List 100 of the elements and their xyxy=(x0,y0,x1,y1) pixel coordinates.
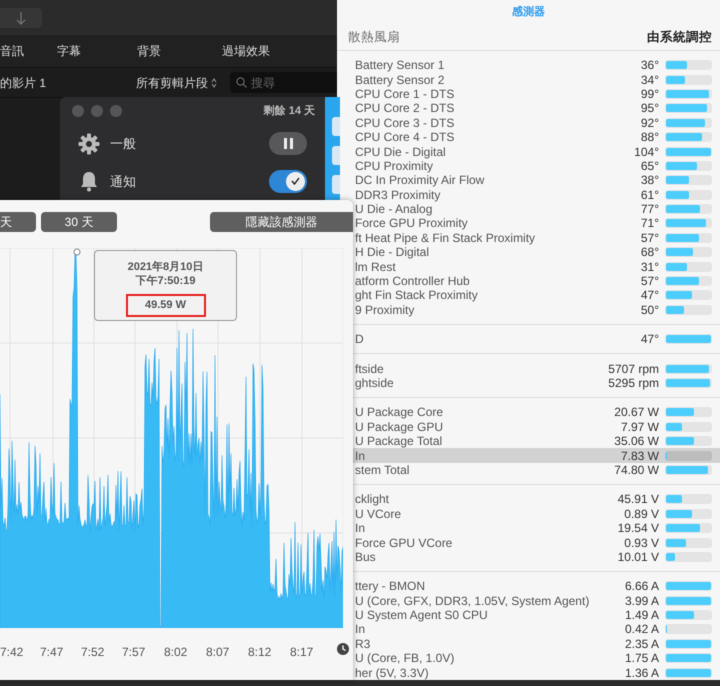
sensor-row[interactable]: ghtside 5295 rpm xyxy=(353,376,720,390)
time-axis-label: 8:02 xyxy=(164,644,188,661)
media-tab[interactable]: 音訊 xyxy=(0,42,57,60)
sensor-value: 57° xyxy=(640,230,659,245)
sensor-name: Force GPU Proximity xyxy=(354,216,469,230)
window-control[interactable] xyxy=(72,105,84,118)
sensor-row[interactable]: ght Fin Stack Proximity 47° xyxy=(353,288,720,303)
check-icon xyxy=(291,177,300,186)
sensor-row[interactable]: U VCore 0.89 V xyxy=(353,506,720,521)
media-tab[interactable]: 字幕 xyxy=(57,42,137,60)
sensor-name: U Die - Analog xyxy=(354,202,434,216)
sensor-name: U Package GPU xyxy=(354,420,444,434)
sensor-row[interactable]: Bus 10.01 V xyxy=(353,550,720,564)
sensor-row[interactable]: Force GPU Proximity 71° xyxy=(353,216,720,231)
sensor-row[interactable]: ftside 5707 rpm xyxy=(353,361,720,376)
sensor-name: ftside xyxy=(354,362,385,376)
sensor-row[interactable]: DDR3 Proximity 61° xyxy=(353,188,720,202)
bell-icon xyxy=(78,170,100,192)
sensor-name: D xyxy=(354,332,365,346)
sensor-row[interactable]: D 47° xyxy=(353,332,720,346)
sensor-value: 7.97 W xyxy=(620,420,659,434)
sensor-row[interactable]: CPU Core 3 - DTS 92° xyxy=(353,116,720,130)
sensor-row[interactable]: U Package Core 20.67 W xyxy=(353,405,720,420)
sensor-row[interactable]: U (Core, FB, 1.0V) 1.75 A xyxy=(353,651,720,666)
search-input[interactable]: 搜尋 xyxy=(251,74,331,92)
sensor-row[interactable]: U Package GPU 7.97 W xyxy=(353,420,720,434)
media-tab[interactable]: 背景 xyxy=(137,42,222,60)
sensor-row[interactable]: Battery Sensor 1 36° xyxy=(353,58,720,72)
sensor-name: CPU Proximity xyxy=(354,158,434,173)
fan-mode[interactable]: 由系統調控 xyxy=(647,28,712,46)
sensor-row[interactable]: 9 Proximity 50° xyxy=(353,302,720,318)
sensor-row[interactable]: Force GPU VCore 0.93 V xyxy=(353,535,720,550)
project-name: 的影片 1 xyxy=(0,74,48,92)
range-button[interactable]: 30 天 xyxy=(41,212,117,232)
download-button[interactable] xyxy=(0,8,42,28)
sensor-value: 47° xyxy=(640,332,659,346)
tooltip-value: 49.59 W xyxy=(126,294,206,317)
window-control[interactable] xyxy=(91,105,103,118)
sensor-value: 99° xyxy=(640,86,659,101)
sensor-name: CPU Core 4 - DTS xyxy=(354,130,456,144)
sensor-name: U VCore xyxy=(354,506,402,521)
sensor-row[interactable]: lm Rest 31° xyxy=(353,259,720,274)
sensor-row[interactable]: U System Agent S0 CPU 1.49 A xyxy=(353,608,720,622)
search-icon xyxy=(236,77,247,88)
sensor-row[interactable]: U (Core, GFX, DDR3, 1.05V, System Agent) 3.99 A xyxy=(353,594,720,608)
sensor-row[interactable]: DC In Proximity Air Flow 38° xyxy=(353,173,720,188)
sensor-row[interactable]: U Package Total 35.06 W xyxy=(353,434,720,448)
sensor-value: 6.66 A xyxy=(624,579,659,594)
sensor-value: 5707 rpm xyxy=(608,362,659,376)
sensor-value: 104° xyxy=(634,144,659,159)
sensor-value: 45.91 V xyxy=(618,492,659,506)
pause-button[interactable] xyxy=(269,132,307,156)
sensor-name: her (5V, 3.3V) xyxy=(354,666,430,680)
time-axis-label: 7:57 xyxy=(122,644,146,661)
sensor-row[interactable]: U Die - Analog 77° xyxy=(353,202,720,216)
sensor-value: 0.42 A xyxy=(624,622,659,636)
setting-label: 通知 xyxy=(110,172,136,191)
search-field[interactable]: 搜尋 xyxy=(230,72,337,93)
sensor-name: U (Core, GFX, DDR3, 1.05V, System Agent) xyxy=(354,594,590,608)
sensor-name: CPU Core 3 - DTS xyxy=(354,116,456,130)
sensor-row[interactable]: CPU Core 1 - DTS 99° xyxy=(353,86,720,102)
fan-label: 散熱風扇 xyxy=(348,28,400,46)
sensor-name: ttery - BMON xyxy=(354,579,426,594)
sensor-value: 38° xyxy=(640,173,659,188)
sensor-name: 9 Proximity xyxy=(354,302,416,317)
sensor-row[interactable]: In 7.83 W xyxy=(353,448,720,463)
sensor-row[interactable]: atform Controller Hub 57° xyxy=(353,274,720,288)
sensor-value: 65° xyxy=(640,158,659,173)
sensor-name: ght Fin Stack Proximity xyxy=(354,288,479,302)
sensor-row[interactable]: R3 2.35 A xyxy=(353,636,720,652)
sensor-row[interactable]: In 19.54 V xyxy=(353,520,720,536)
clock-icon[interactable] xyxy=(337,643,349,655)
sensor-row[interactable]: Battery Sensor 2 34° xyxy=(353,72,720,87)
time-axis-label: 8:07 xyxy=(206,644,230,661)
sensor-value: 5295 rpm xyxy=(608,376,659,390)
clip-filter[interactable]: 所有剪輯片段 xyxy=(136,74,230,92)
sensor-row[interactable]: her (5V, 3.3V) 1.36 A xyxy=(353,665,720,680)
sensor-name: In xyxy=(354,448,366,463)
sensor-row[interactable]: In 0.42 A xyxy=(353,622,720,637)
sensor-name: In xyxy=(354,622,366,636)
sensor-name: lm Rest xyxy=(354,260,397,274)
sensor-value: 92° xyxy=(640,116,659,130)
sensor-row[interactable]: ft Heat Pipe & Fin Stack Proximity 57° xyxy=(353,230,720,246)
hide-sensor-button[interactable]: 隱藏該感測器 xyxy=(210,212,353,232)
sensor-row[interactable]: CPU Core 4 - DTS 88° xyxy=(353,130,720,144)
media-tab[interactable]: 過場效果 xyxy=(222,42,302,60)
time-axis-label: 8:17 xyxy=(290,644,314,661)
sensor-name: CPU Core 1 - DTS xyxy=(354,86,456,101)
window-control[interactable] xyxy=(110,105,122,118)
sensor-row[interactable]: cklight 45.91 V xyxy=(353,492,720,507)
sensor-name: U Package Total xyxy=(354,434,444,448)
range-button[interactable]: 天 xyxy=(0,212,36,232)
sensor-row[interactable]: CPU Proximity 65° xyxy=(353,158,720,174)
sensor-row[interactable]: H Die - Digital 68° xyxy=(353,245,720,260)
sensor-row[interactable]: stem Total 74.80 W xyxy=(353,462,720,478)
time-axis-label: 7:42 xyxy=(0,644,24,661)
sensor-row[interactable]: ttery - BMON 6.66 A xyxy=(353,579,720,594)
sensor-row[interactable]: CPU Core 2 - DTS 95° xyxy=(353,101,720,116)
notification-toggle[interactable] xyxy=(269,170,307,193)
sensor-row[interactable]: CPU Die - Digital 104° xyxy=(353,144,720,159)
